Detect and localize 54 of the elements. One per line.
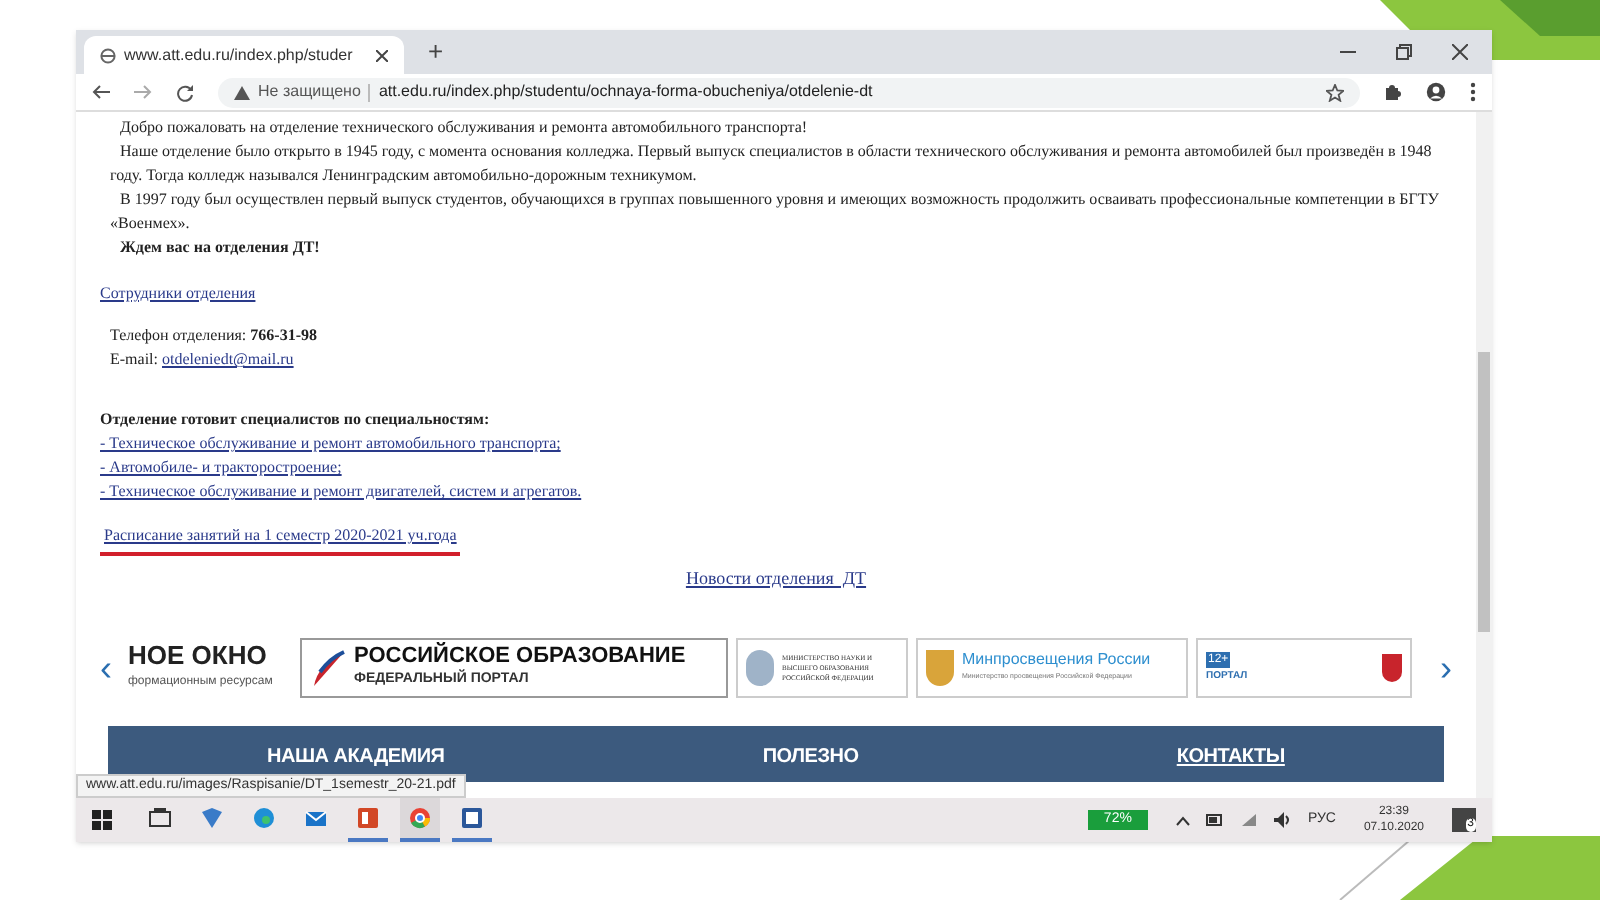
specialty-link[interactable]: - Техническое обслуживание и ремонт автомобильного транспорта; (100, 432, 561, 456)
phone-number: 766-31-98 (250, 326, 317, 344)
windows-start-icon[interactable] (92, 810, 112, 830)
feather-icon (310, 648, 346, 688)
battery-icon[interactable] (1205, 814, 1224, 826)
banner-title: НОЕ ОКНО (128, 642, 269, 670)
browser-icon (408, 806, 432, 830)
browser-icon (252, 806, 276, 830)
footer-heading[interactable]: КОНТАКТЫ (1176, 746, 1285, 770)
carousel-next-button[interactable]: › (1440, 650, 1452, 686)
tab-title: www.att.edu.ru/index.php/studer (124, 43, 355, 67)
email-link[interactable]: otdeleniedt@mail.ru (162, 350, 294, 368)
warning-icon (234, 85, 250, 99)
bookmark-star-icon[interactable] (1326, 83, 1344, 101)
specialty-link[interactable]: - Автомобиле- и тракторостроение; (100, 456, 342, 480)
security-label: Не защищено (258, 80, 361, 104)
chevron-up-icon[interactable] (1175, 815, 1190, 825)
banner-title: РОССИЙСКОЕ ОБРАЗОВАНИЕ (354, 646, 686, 668)
globe-icon (100, 47, 116, 63)
footer-heading[interactable]: ПОЛЕЗНО (762, 746, 859, 770)
profile-icon[interactable] (1426, 82, 1446, 102)
footer-heading[interactable]: НАША АКАДЕМИЯ (267, 746, 445, 770)
carousel-prev-button[interactable]: ‹ (100, 650, 112, 686)
staff-link[interactable]: Сотрудники отделения (100, 282, 256, 306)
wifi-icon[interactable] (1239, 812, 1258, 828)
news-link[interactable]: Новости отделения ДТ (685, 566, 867, 590)
mail-icon (304, 806, 328, 830)
task-view-icon (148, 806, 172, 830)
paragraph: В 1997 году был осуществлен первый выпуск студентов, обучающихся в группах повышенного уровня и имеющих возможность продолжить осваивать профессиональные компетенции в БГТУ «Военмех». (110, 188, 1441, 236)
url-text: att.edu.ru/index.php/studentu/ochnaya-forma-obucheniya/otdelenie-dt (378, 80, 875, 104)
banner-title: Минпросвещения России (962, 652, 1151, 668)
presentation-app-icon (356, 806, 380, 830)
app-icon (200, 806, 224, 830)
restore-icon[interactable] (1396, 44, 1412, 60)
close-icon[interactable] (376, 49, 388, 61)
menu-icon[interactable] (1470, 82, 1476, 102)
email-label: E-mail: (110, 350, 158, 368)
specialties-heading: Отделение готовит специалистов по специальностям: (100, 408, 492, 432)
paragraph: Наше отделение было открыто в 1945 году, с момента основания колледжа. Первый выпуск специалистов в области технического обслуживания и ремонта автомобилей был произведён в 1948 году. Тогда колледж назывался Ленинградским автомобильно-дорожным техникумом. (110, 140, 1434, 188)
browser-tab[interactable]: www.att.edu.ru/index.php/studer (84, 36, 404, 74)
specialty-link[interactable]: - Техническое обслуживание и ремонт двигателей, систем и агрегатов. (100, 480, 582, 504)
paragraph: Ждем вас на отделения ДТ! (118, 236, 322, 260)
document-app-icon (460, 806, 484, 830)
paragraph: Добро пожаловать на отделение технического обслуживания и ремонта автомобильного транспорта! (118, 116, 810, 140)
reload-icon[interactable] (176, 83, 194, 101)
back-arrow-icon[interactable] (92, 84, 110, 100)
puzzle-icon[interactable] (1384, 83, 1402, 101)
address-bar[interactable]: Не защищено att.edu.ru/index.php/studentu/ochnaya-forma-obucheniya/otdelenie-dt (218, 77, 1360, 107)
new-tab-button[interactable]: + (412, 32, 460, 72)
phone-label: Телефон отделения: (110, 326, 247, 344)
close-icon[interactable] (1452, 44, 1468, 60)
scrollbar[interactable] (1476, 112, 1492, 798)
speaker-icon[interactable] (1273, 812, 1292, 828)
schedule-link[interactable]: Расписание занятий на 1 семестр 2020-2021 уч.года (100, 524, 461, 548)
